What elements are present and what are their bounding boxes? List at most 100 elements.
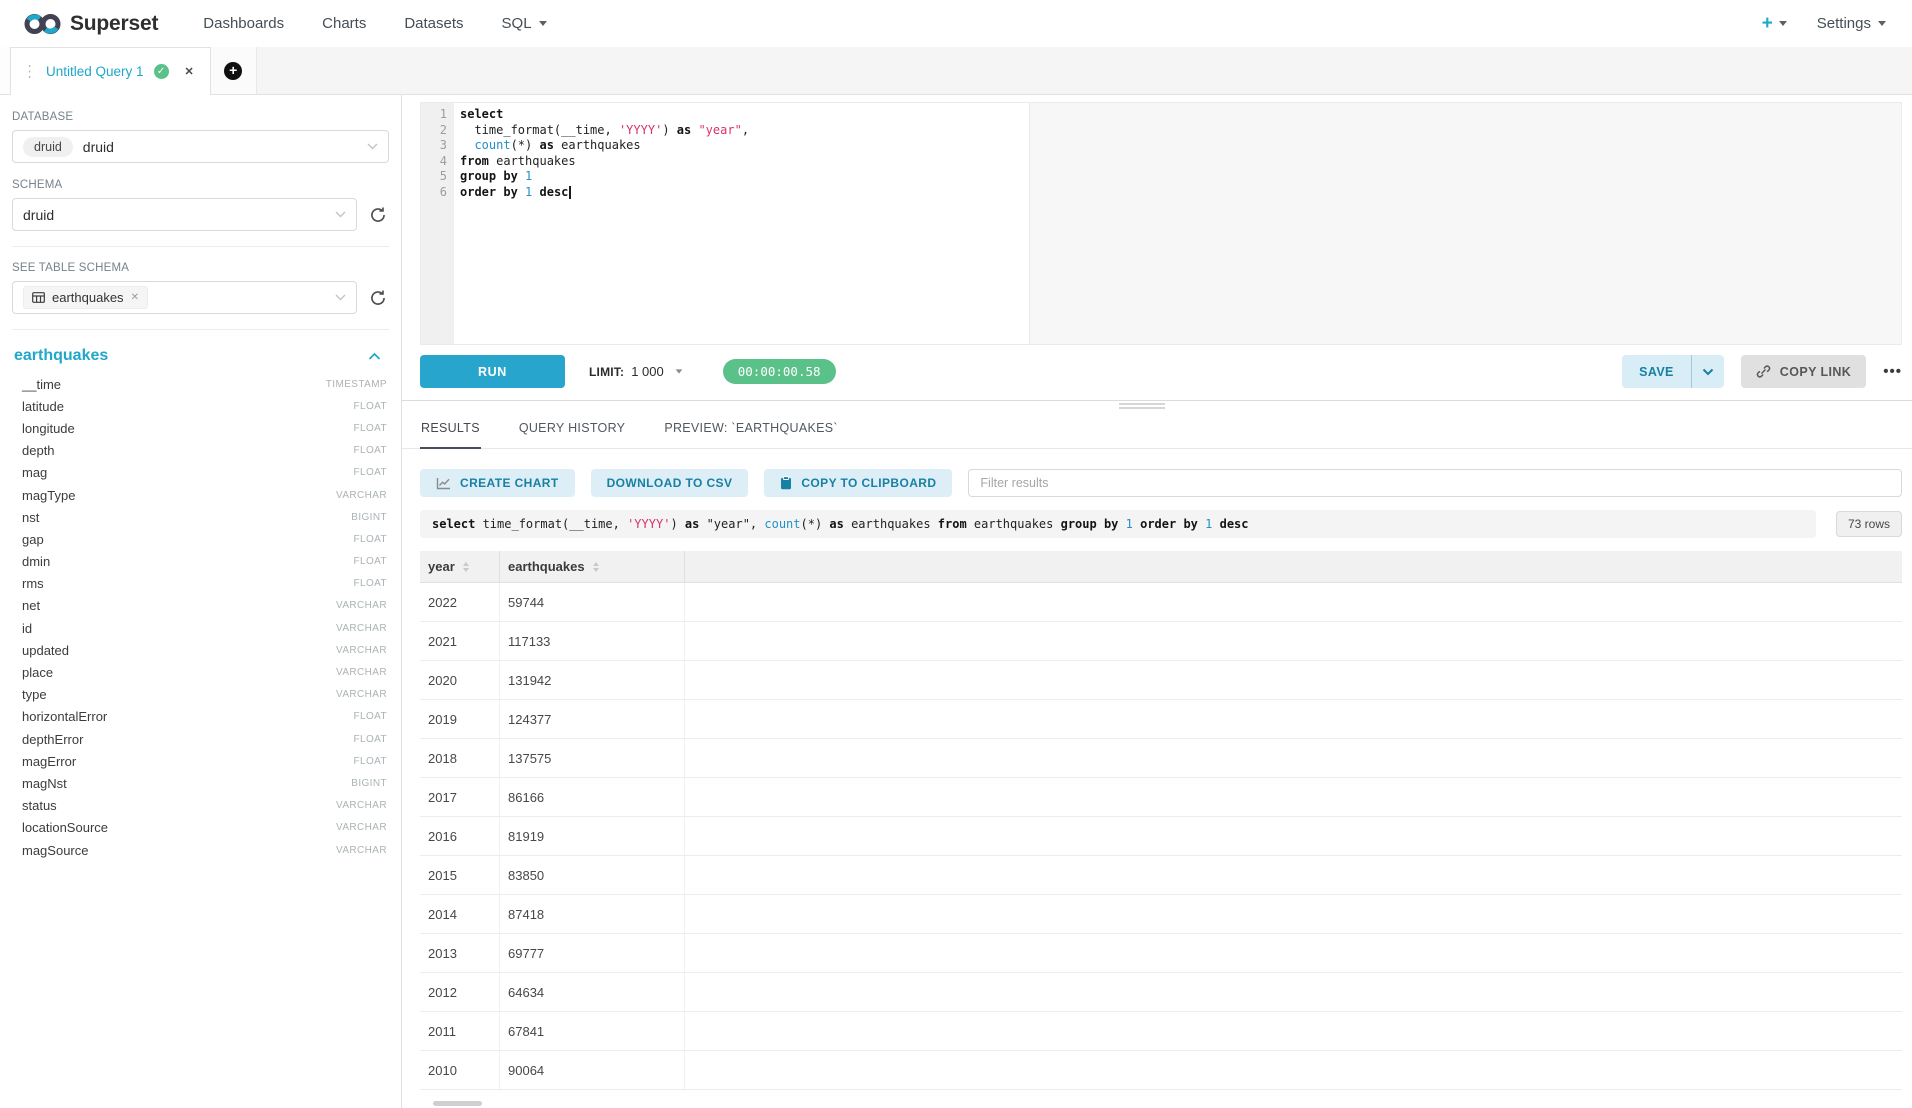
cell-year: 2016 bbox=[420, 817, 500, 855]
database-select[interactable]: druid druid bbox=[12, 130, 389, 163]
tab-query-history[interactable]: QUERY HISTORY bbox=[518, 415, 626, 448]
table-column-row[interactable]: magErrorFLOAT bbox=[12, 750, 389, 772]
sort-icon[interactable] bbox=[463, 562, 469, 572]
save-button[interactable]: SAVE bbox=[1622, 355, 1691, 388]
cell-year: 2020 bbox=[420, 661, 500, 699]
cell-year: 2022 bbox=[420, 583, 500, 621]
nav-item-dashboards[interactable]: Dashboards bbox=[184, 15, 303, 32]
refresh-schema-button[interactable] bbox=[367, 206, 389, 224]
table-column-row[interactable]: idVARCHAR bbox=[12, 617, 389, 639]
sort-icon[interactable] bbox=[593, 562, 599, 572]
drag-handle-icon[interactable]: ⋮ bbox=[23, 62, 36, 82]
column-name: __time bbox=[22, 377, 61, 392]
column-type: FLOAT bbox=[354, 445, 387, 456]
cell-earthquakes: 117133 bbox=[500, 622, 685, 660]
code-line[interactable]: count(*) as earthquakes bbox=[460, 138, 1901, 154]
code-line[interactable]: group by 1 bbox=[460, 169, 1901, 185]
remove-table-icon[interactable]: ✕ bbox=[131, 292, 139, 303]
table-schema-select[interactable]: earthquakes ✕ bbox=[12, 281, 357, 314]
limit-dropdown[interactable]: LIMIT: 1 000 bbox=[589, 364, 683, 379]
copy-clipboard-button[interactable]: COPY TO CLIPBOARD bbox=[764, 469, 952, 497]
query-tabstrip: ⋮ Untitled Query 1 ✓ ✕ + bbox=[0, 47, 1912, 95]
column-header-earthquakes[interactable]: earthquakes bbox=[500, 551, 685, 582]
query-elapsed-timer: 00:00:00.58 bbox=[723, 359, 836, 384]
add-tab-button[interactable]: + bbox=[224, 62, 242, 80]
table-column-row[interactable]: magNstBIGINT bbox=[12, 772, 389, 794]
code-line[interactable]: from earthquakes bbox=[460, 154, 1901, 170]
cell-earthquakes: 59744 bbox=[500, 583, 685, 621]
tab-preview-earthquakes[interactable]: PREVIEW: `EARTHQUAKES` bbox=[663, 415, 839, 448]
filter-results-input[interactable] bbox=[968, 469, 1902, 497]
table-column-row[interactable]: rmsFLOAT bbox=[12, 573, 389, 595]
cell-filler bbox=[685, 622, 1902, 660]
code-line[interactable]: order by 1 desc bbox=[460, 185, 1901, 201]
refresh-tables-button[interactable] bbox=[367, 289, 389, 307]
table-row: 201583850 bbox=[420, 856, 1902, 895]
results-table: year earthquakes 20225974420211171332020… bbox=[420, 551, 1902, 1108]
table-column-row[interactable]: nstBIGINT bbox=[12, 506, 389, 528]
cell-year: 2019 bbox=[420, 700, 500, 738]
panel-splitter[interactable] bbox=[402, 400, 1912, 409]
superset-app: Superset Dashboards Charts Datasets SQL … bbox=[0, 0, 1912, 1108]
run-query-button[interactable]: RUN bbox=[420, 355, 565, 388]
more-actions-button[interactable]: ••• bbox=[1883, 363, 1902, 380]
table-column-row[interactable]: netVARCHAR bbox=[12, 595, 389, 617]
column-name: horizontalError bbox=[22, 709, 107, 724]
column-header-year[interactable]: year bbox=[420, 551, 500, 582]
table-column-row[interactable]: magSourceVARCHAR bbox=[12, 839, 389, 861]
line-number: 3 bbox=[421, 138, 447, 154]
settings-menu[interactable]: Settings bbox=[1817, 15, 1886, 32]
editor-code-area[interactable]: select time_format(__time, 'YYYY') as "y… bbox=[454, 103, 1901, 344]
column-name: longitude bbox=[22, 421, 75, 436]
sqllab-main: 123456 select time_format(__time, 'YYYY'… bbox=[402, 95, 1912, 1108]
save-options-button[interactable] bbox=[1691, 355, 1724, 388]
column-name: magError bbox=[22, 754, 76, 769]
cell-earthquakes: 64634 bbox=[500, 973, 685, 1011]
collapse-table-button[interactable] bbox=[368, 352, 381, 361]
table-column-row[interactable]: __timeTIMESTAMP bbox=[12, 373, 389, 395]
table-column-row[interactable]: depthFLOAT bbox=[12, 440, 389, 462]
nav-item-charts[interactable]: Charts bbox=[303, 15, 385, 32]
table-column-row[interactable]: updatedVARCHAR bbox=[12, 639, 389, 661]
code-line[interactable]: select bbox=[460, 107, 1901, 123]
close-icon[interactable]: ✕ bbox=[185, 65, 194, 78]
tab-untitled-query-1[interactable]: ⋮ Untitled Query 1 ✓ ✕ bbox=[10, 47, 211, 95]
cell-filler bbox=[685, 700, 1902, 738]
table-column-row[interactable]: longitudeFLOAT bbox=[12, 417, 389, 439]
table-column-row[interactable]: dminFLOAT bbox=[12, 551, 389, 573]
new-item-button[interactable]: + bbox=[1762, 13, 1787, 35]
nav-item-datasets[interactable]: Datasets bbox=[385, 15, 482, 32]
download-csv-button[interactable]: DOWNLOAD TO CSV bbox=[591, 469, 749, 497]
superset-logo[interactable]: Superset bbox=[24, 11, 158, 37]
sql-token: desc bbox=[1220, 517, 1249, 531]
query-preview-row: select time_format(__time, 'YYYY') as "y… bbox=[402, 497, 1912, 538]
cell-year: 2015 bbox=[420, 856, 500, 894]
nav-item-sql[interactable]: SQL bbox=[483, 15, 566, 32]
table-column-row[interactable]: depthErrorFLOAT bbox=[12, 728, 389, 750]
table-row: 201681919 bbox=[420, 817, 1902, 856]
table-column-row[interactable]: magTypeVARCHAR bbox=[12, 484, 389, 506]
copy-link-button[interactable]: COPY LINK bbox=[1741, 355, 1866, 388]
table-column-row[interactable]: magFLOAT bbox=[12, 462, 389, 484]
cell-filler bbox=[685, 739, 1902, 777]
table-column-row[interactable]: horizontalErrorFLOAT bbox=[12, 706, 389, 728]
limit-value: 1 000 bbox=[631, 364, 664, 379]
table-column-row[interactable]: gapFLOAT bbox=[12, 528, 389, 550]
table-column-row[interactable]: typeVARCHAR bbox=[12, 684, 389, 706]
code-line[interactable]: time_format(__time, 'YYYY') as "year", bbox=[460, 123, 1901, 139]
schema-select[interactable]: druid bbox=[12, 198, 357, 231]
create-chart-button[interactable]: CREATE CHART bbox=[420, 469, 575, 497]
table-column-row[interactable]: locationSourceVARCHAR bbox=[12, 817, 389, 839]
table-column-row[interactable]: placeVARCHAR bbox=[12, 661, 389, 683]
column-name: id bbox=[22, 621, 32, 636]
table-column-row[interactable]: latitudeFLOAT bbox=[12, 395, 389, 417]
column-name: rms bbox=[22, 576, 44, 591]
splitter-handle-icon[interactable] bbox=[1119, 403, 1165, 411]
table-column-row[interactable]: statusVARCHAR bbox=[12, 795, 389, 817]
cell-earthquakes: 87418 bbox=[500, 895, 685, 933]
tab-results[interactable]: RESULTS bbox=[420, 415, 481, 449]
sql-editor[interactable]: 123456 select time_format(__time, 'YYYY'… bbox=[420, 102, 1902, 345]
horizontal-scrollbar-thumb[interactable] bbox=[433, 1101, 482, 1106]
column-type: VARCHAR bbox=[336, 600, 387, 611]
column-type: VARCHAR bbox=[336, 645, 387, 656]
